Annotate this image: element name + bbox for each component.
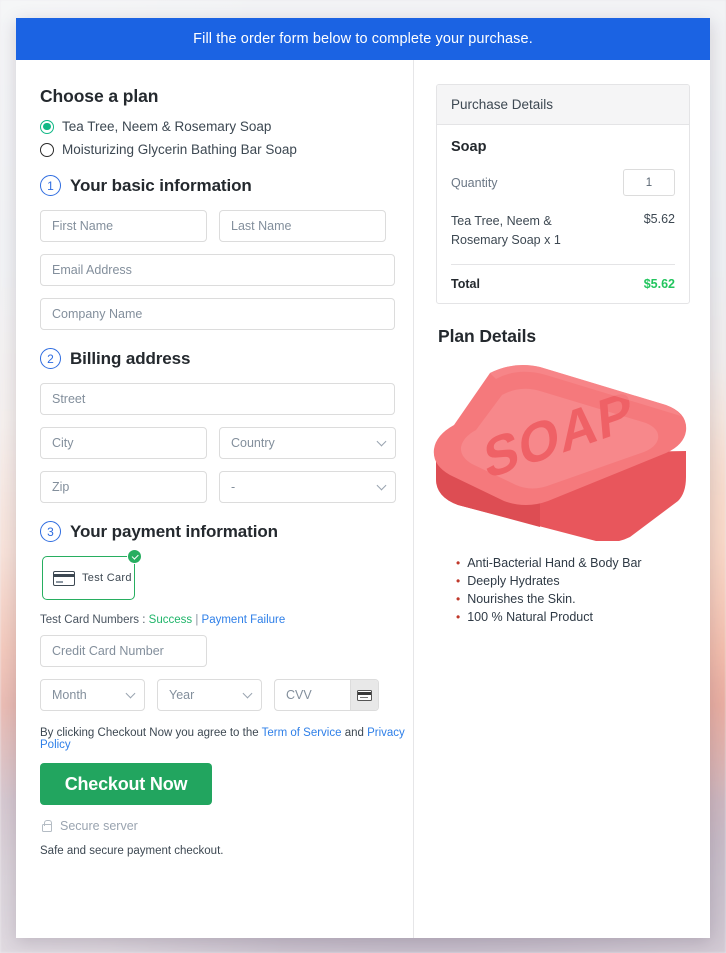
- checkout-now-button[interactable]: Checkout Now: [40, 763, 212, 805]
- soap-bar-svg: SOAP: [433, 364, 687, 542]
- step-number-badge: 3: [40, 521, 61, 542]
- plan-option-glycerin[interactable]: Moisturizing Glycerin Bathing Bar Soap: [40, 142, 413, 157]
- street-input[interactable]: [40, 383, 395, 415]
- bullet-icon: •: [456, 555, 461, 570]
- city-country-row: [40, 427, 413, 459]
- terms-of-service-link[interactable]: Term of Service: [262, 727, 342, 739]
- plan-option-label: Tea Tree, Neem & Rosemary Soap: [62, 119, 272, 134]
- month-select-wrapper[interactable]: [40, 679, 145, 711]
- first-name-input[interactable]: [40, 210, 207, 242]
- email-input[interactable]: [40, 254, 395, 286]
- name-field-row: [40, 210, 413, 242]
- purchase-details-header: Purchase Details: [437, 85, 689, 125]
- cvv-group: [274, 679, 379, 711]
- feature-label: 100 % Natural Product: [467, 609, 593, 624]
- line-item-description: Tea Tree, Neem & Rosemary Soap x 1: [451, 214, 561, 247]
- check-circle-icon: [127, 549, 142, 564]
- card-number-row: [40, 635, 413, 667]
- agreement-prefix: By clicking Checkout Now you agree to th…: [40, 727, 259, 739]
- feature-list: • Anti-Bacterial Hand & Body Bar • Deepl…: [456, 556, 690, 624]
- expiry-cvv-row: [40, 679, 413, 711]
- checkout-card: Fill the order form below to complete yo…: [16, 18, 710, 938]
- soap-illustration: SOAP: [428, 351, 690, 546]
- step-header-basic-information: 1 Your basic information: [40, 175, 413, 196]
- lock-icon: [42, 819, 52, 832]
- quantity-input[interactable]: [623, 169, 675, 196]
- agreement-conjunction: and: [344, 727, 364, 739]
- payment-failure-link[interactable]: Payment Failure: [202, 614, 286, 626]
- plan-details-heading: Plan Details: [438, 325, 537, 346]
- test-card-option[interactable]: Test Card: [42, 549, 142, 600]
- agreement-text: By clicking Checkout Now you agree to th…: [40, 727, 413, 751]
- banner-message: Fill the order form below to complete yo…: [193, 31, 533, 47]
- total-label: Total: [451, 276, 480, 291]
- step-number-badge: 1: [40, 175, 61, 196]
- list-item: • Deeply Hydrates: [456, 574, 690, 588]
- order-form-column: Choose a plan Tea Tree, Neem & Rosemary …: [16, 60, 414, 938]
- radio-icon-selected[interactable]: [40, 119, 54, 134]
- step-header-payment-information: 3 Your payment information: [40, 521, 413, 542]
- secure-server-label: Secure server: [60, 819, 138, 833]
- state-select-wrapper[interactable]: [219, 471, 396, 503]
- state-select[interactable]: [219, 471, 396, 503]
- feature-label: Nourishes the Skin.: [467, 591, 576, 606]
- country-select[interactable]: [219, 427, 396, 459]
- street-field-row: [40, 383, 413, 415]
- success-link[interactable]: Success: [149, 614, 192, 626]
- radio-icon-unselected[interactable]: [40, 142, 54, 157]
- purchase-details-panel: Purchase Details Soap Quantity Tea Tree,…: [436, 84, 690, 304]
- purchase-details-body: Soap Quantity Tea Tree, Neem & Rosemary …: [437, 125, 689, 303]
- total-row: Total $5.62: [451, 265, 675, 291]
- total-value: $5.62: [643, 276, 675, 291]
- test-card-label: Test Card: [82, 572, 132, 584]
- credit-card-icon: [53, 570, 75, 586]
- test-numbers-prefix: Test Card Numbers :: [40, 614, 146, 626]
- plan-option-label: Moisturizing Glycerin Bathing Bar Soap: [62, 142, 297, 157]
- plan-option-tea-tree[interactable]: Tea Tree, Neem & Rosemary Soap: [40, 119, 413, 134]
- test-card-numbers-line: Test Card Numbers : Success | Payment Fa…: [40, 614, 413, 626]
- country-select-wrapper[interactable]: [219, 427, 396, 459]
- line-item-row: Tea Tree, Neem & Rosemary Soap x 1 $5.62: [451, 212, 675, 265]
- feature-label: Deeply Hydrates: [467, 573, 560, 588]
- bullet-icon: •: [456, 573, 461, 588]
- cvv-input[interactable]: [275, 680, 350, 710]
- cvv-help-button[interactable]: [350, 680, 378, 710]
- quantity-row: Quantity: [451, 169, 675, 196]
- safe-checkout-note: Safe and secure payment checkout.: [40, 845, 224, 857]
- city-input[interactable]: [40, 427, 207, 459]
- product-name: Soap: [451, 139, 487, 155]
- bullet-icon: •: [456, 591, 461, 606]
- year-select-wrapper[interactable]: [157, 679, 262, 711]
- email-field-row: [40, 254, 413, 286]
- secure-server-row: Secure server: [42, 819, 413, 833]
- card-back-icon: [357, 689, 372, 701]
- expiry-month-select[interactable]: [40, 679, 145, 711]
- company-name-input[interactable]: [40, 298, 395, 330]
- zip-input[interactable]: [40, 471, 207, 503]
- expiry-year-select[interactable]: [157, 679, 262, 711]
- top-banner: Fill the order form below to complete yo…: [16, 18, 710, 60]
- step-number-badge: 2: [40, 348, 61, 369]
- step-title: Billing address: [70, 348, 191, 368]
- last-name-input[interactable]: [219, 210, 386, 242]
- step-title: Your payment information: [70, 521, 278, 541]
- bullet-icon: •: [456, 609, 461, 624]
- link-separator: |: [195, 614, 199, 626]
- quantity-label: Quantity: [451, 175, 498, 190]
- list-item: • 100 % Natural Product: [456, 610, 690, 624]
- step-header-billing-address: 2 Billing address: [40, 348, 413, 369]
- feature-label: Anti-Bacterial Hand & Body Bar: [467, 555, 642, 570]
- list-item: • Anti-Bacterial Hand & Body Bar: [456, 556, 690, 570]
- summary-column: Purchase Details Soap Quantity Tea Tree,…: [414, 60, 710, 938]
- credit-card-number-input[interactable]: [40, 635, 207, 667]
- step-title: Your basic information: [70, 175, 252, 195]
- line-item-price: $5.62: [643, 212, 675, 226]
- content-columns: Choose a plan Tea Tree, Neem & Rosemary …: [16, 60, 710, 938]
- company-field-row: [40, 298, 413, 330]
- zip-state-row: [40, 471, 413, 503]
- choose-plan-heading: Choose a plan: [40, 86, 159, 106]
- list-item: • Nourishes the Skin.: [456, 592, 690, 606]
